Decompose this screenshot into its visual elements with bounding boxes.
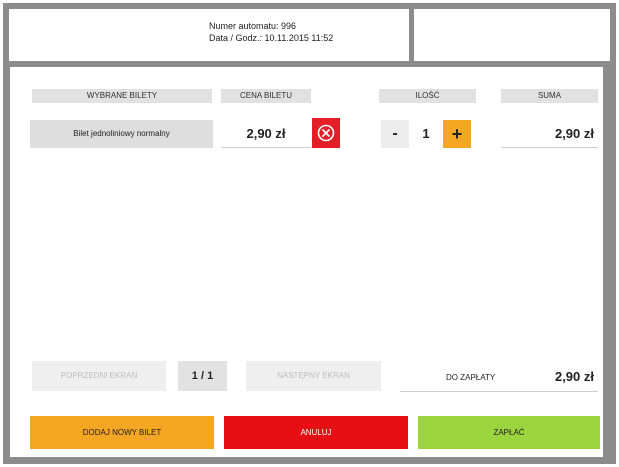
- quantity-value: 1: [422, 126, 430, 141]
- header-side-panel: [414, 9, 610, 61]
- column-price: CENA BILETU: [221, 89, 311, 103]
- header-info: Numer automatu: 996 Data / Godz.: 10.11.…: [209, 20, 333, 44]
- date-time: Data / Godz.: 10.11.2015 11:52: [209, 33, 334, 43]
- ticket-sum: 2,90 zł: [501, 120, 598, 148]
- ticket-price: 2,90 zł: [221, 120, 311, 148]
- previous-screen-button[interactable]: POPRZEDNI EKRAN: [32, 361, 166, 391]
- total-to-pay: DO ZAPŁATY 2,90 zł: [400, 364, 598, 392]
- close-circle-icon: [317, 124, 335, 142]
- column-sum: SUMA: [501, 89, 598, 103]
- page-indicator: 1 / 1: [178, 361, 227, 391]
- column-quantity: ILOŚĆ: [379, 89, 476, 103]
- remove-ticket-button[interactable]: [312, 118, 340, 148]
- ticket-panel: WYBRANE BILETY CENA BILETU ILOŚĆ SUMA Bi…: [10, 67, 603, 457]
- total-value: 2,90 zł: [554, 369, 594, 384]
- header-info-panel: Numer automatu: 996 Data / Godz.: 10.11.…: [9, 9, 409, 61]
- machine-number: Numer automatu: 996: [209, 21, 297, 31]
- quantity-increase-button[interactable]: +: [443, 120, 471, 148]
- column-selected-tickets: WYBRANE BILETY: [32, 89, 212, 103]
- ticket-name: Bilet jednoliniowy normalny: [30, 120, 213, 148]
- add-new-ticket-button[interactable]: DODAJ NOWY BILET: [30, 416, 214, 449]
- total-label: DO ZAPŁATY: [446, 373, 496, 382]
- next-screen-button[interactable]: NASTĘPNY EKRAN: [246, 361, 381, 391]
- pay-button[interactable]: ZAPŁAĆ: [418, 416, 600, 449]
- cancel-button[interactable]: ANULUJ: [224, 416, 408, 449]
- quantity-decrease-button[interactable]: -: [381, 120, 409, 148]
